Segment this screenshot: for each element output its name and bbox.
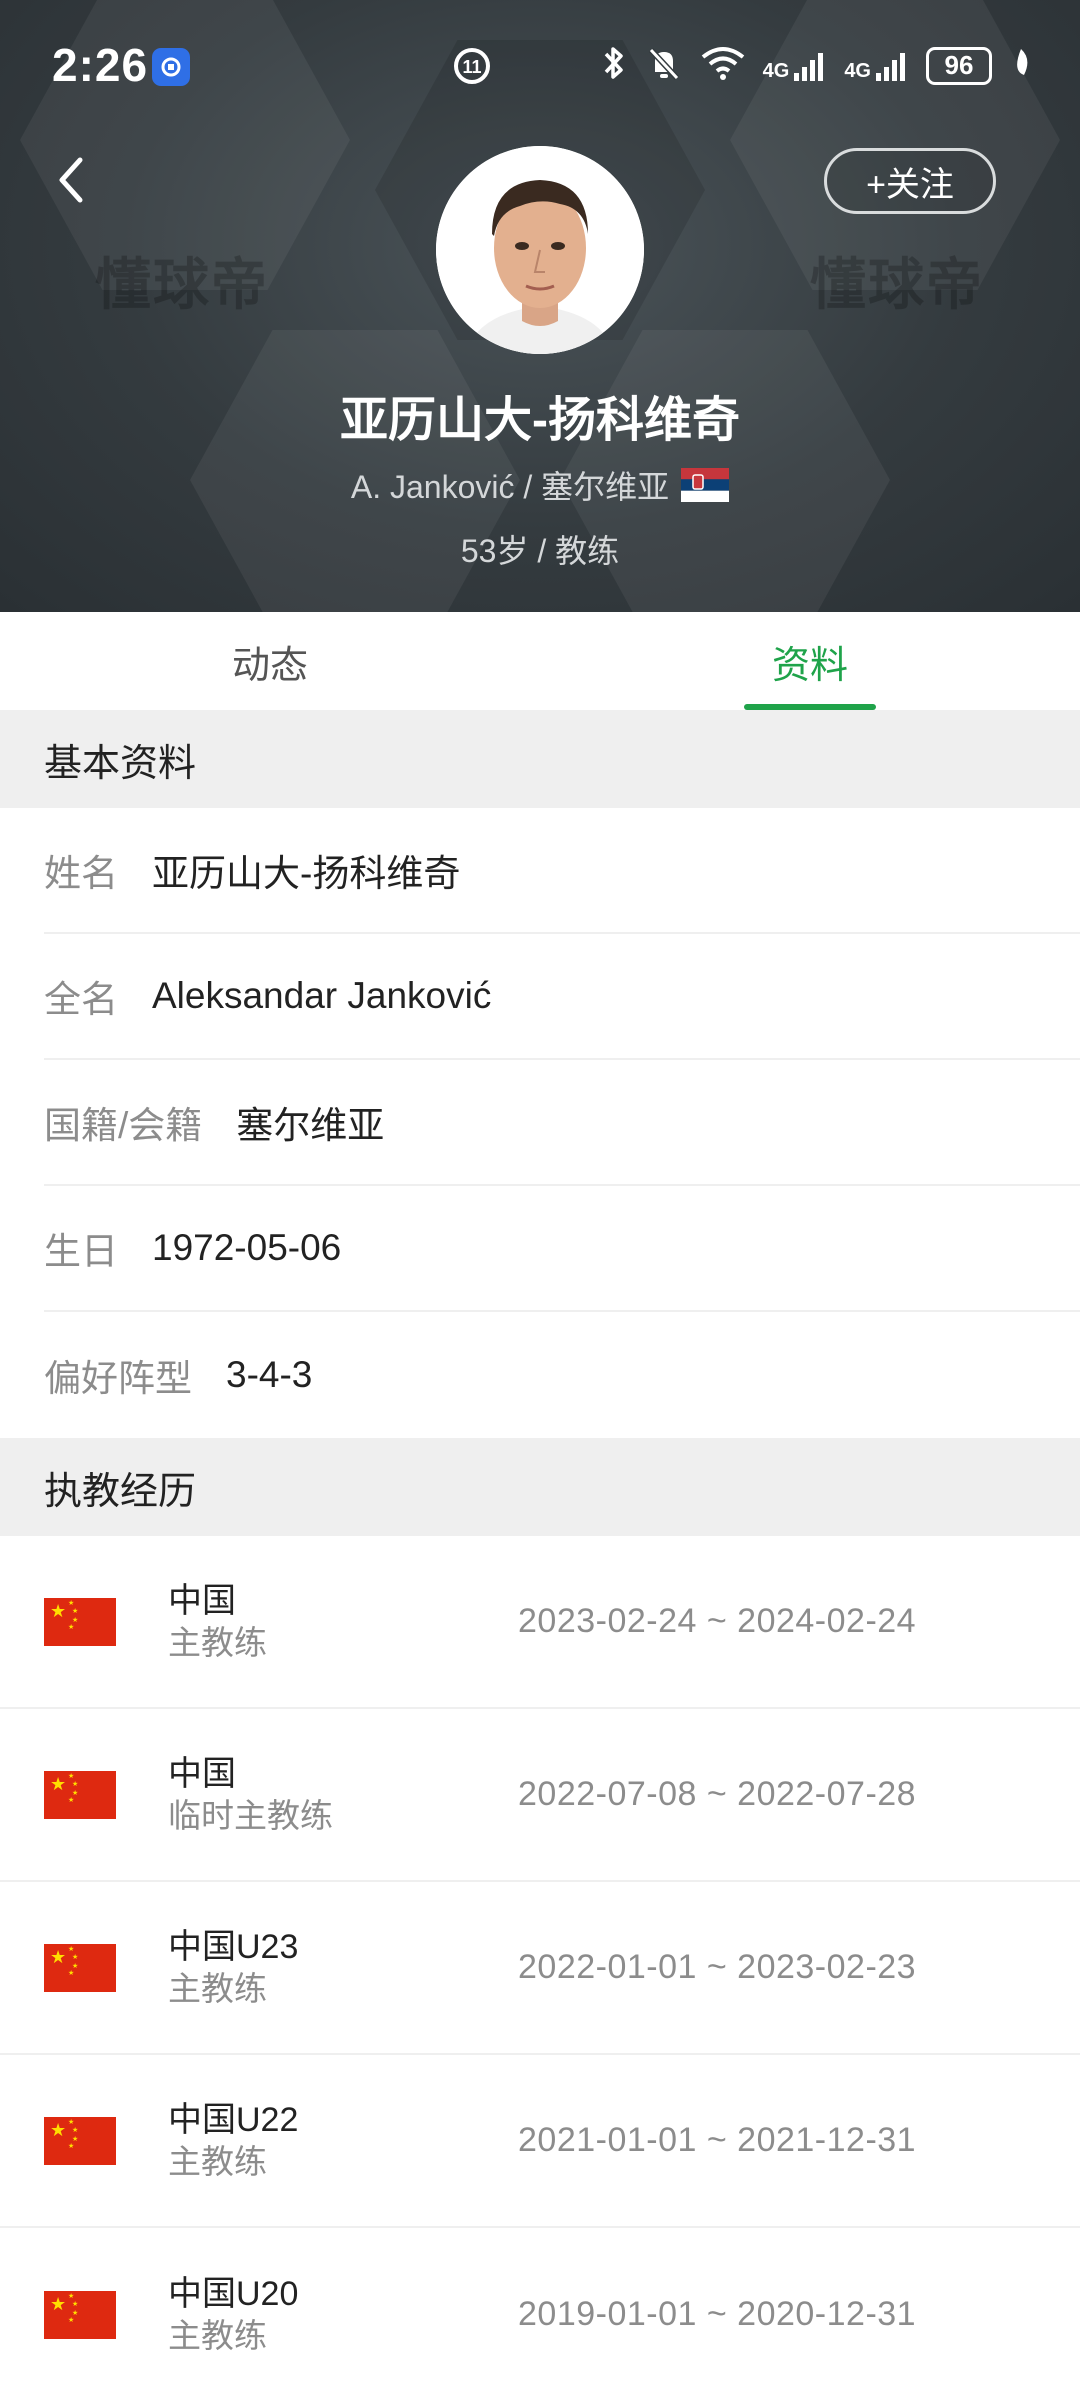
info-label: 生日 bbox=[44, 1231, 118, 1272]
profile-header: 懂球帝 懂球帝 2:26 11 4G 4G 96 +关注 亚历山大-扬科维奇 A… bbox=[0, 0, 1080, 612]
watermark: 懂球帝 bbox=[95, 253, 269, 316]
history-item[interactable]: ★ ★ ★ ★ ★ 中国U20 主教练 2019-01-01 ~ 2020-12… bbox=[0, 2228, 1080, 2388]
history-item[interactable]: ★ ★ ★ ★ ★ 中国U23 主教练 2022-01-01 ~ 2023-02… bbox=[0, 1882, 1080, 2055]
avatar bbox=[436, 146, 644, 354]
tab-profile[interactable]: 资料 bbox=[540, 612, 1080, 710]
network-type: 4G bbox=[762, 59, 790, 82]
history-item[interactable]: ★ ★ ★ ★ ★ 中国 临时主教练 2022-07-08 ~ 2022-07-… bbox=[0, 1709, 1080, 1882]
data-saver-icon: 11 bbox=[452, 46, 492, 91]
info-value: 3-4-3 bbox=[226, 1354, 313, 1395]
signal-icon: 4G bbox=[763, 49, 827, 83]
section-title-coaching-history: 执教经历 bbox=[0, 1438, 1080, 1536]
coaching-history-list: ★ ★ ★ ★ ★ 中国 主教练 2023-02-24 ~ 2024-02-24… bbox=[0, 1536, 1080, 2388]
svg-text:11: 11 bbox=[462, 57, 481, 77]
history-item[interactable]: ★ ★ ★ ★ ★ 中国 主教练 2023-02-24 ~ 2024-02-24 bbox=[0, 1536, 1080, 1709]
coach-role: 主教练 bbox=[168, 1969, 267, 2007]
section-title-basic-info: 基本资料 bbox=[0, 710, 1080, 808]
team-name: 中国U23 bbox=[168, 1927, 299, 1966]
coach-role: 主教练 bbox=[168, 2316, 267, 2354]
info-label: 国籍/会籍 bbox=[44, 1105, 203, 1146]
back-button[interactable] bbox=[48, 150, 98, 210]
date-range: 2022-07-08 ~ 2022-07-28 bbox=[518, 1775, 917, 1813]
team-name: 中国 bbox=[168, 1754, 236, 1793]
info-row-birthday: 生日 1972-05-06 bbox=[44, 1186, 1080, 1312]
tab-bar: 动态 资料 bbox=[0, 612, 1080, 710]
china-flag-icon: ★ ★ ★ ★ ★ bbox=[44, 1597, 116, 1646]
tab-activity[interactable]: 动态 bbox=[0, 612, 540, 710]
signal-icon: 4G bbox=[844, 49, 908, 83]
info-value: 塞尔维亚 bbox=[236, 1105, 385, 1146]
china-flag-icon: ★ ★ ★ ★ ★ bbox=[44, 2116, 116, 2165]
tab-label: 资料 bbox=[771, 644, 848, 687]
network-type: 4G bbox=[844, 59, 871, 82]
coach-age-role: 53岁 / 教练 bbox=[460, 533, 620, 569]
watermark: 懂球帝 bbox=[810, 253, 984, 316]
coach-subtitle: A. Janković / 塞尔维亚 bbox=[0, 462, 1080, 508]
china-flag-icon: ★ ★ ★ ★ ★ bbox=[44, 1770, 116, 1819]
info-row-nationality: 国籍/会籍 塞尔维亚 bbox=[44, 1060, 1080, 1186]
info-row-formation: 偏好阵型 3-4-3 bbox=[44, 1312, 1080, 1438]
coach-role: 主教练 bbox=[168, 1623, 267, 1661]
coach-short-name-nationality: A. Janković / 塞尔维亚 bbox=[350, 469, 670, 505]
china-flag-icon: ★ ★ ★ ★ ★ bbox=[44, 2290, 116, 2339]
date-range: 2022-01-01 ~ 2023-02-23 bbox=[518, 1948, 917, 1986]
status-icons: 4G 4G 96 bbox=[601, 44, 1032, 87]
wifi-icon bbox=[701, 45, 745, 86]
coach-role: 主教练 bbox=[168, 2142, 267, 2180]
date-range: 2021-01-01 ~ 2021-12-31 bbox=[518, 2121, 917, 2159]
battery-level: 96 bbox=[944, 50, 974, 80]
active-tab-indicator bbox=[744, 704, 876, 710]
bluetooth-icon bbox=[601, 44, 627, 87]
team-name: 中国U22 bbox=[168, 2100, 299, 2139]
info-value: Aleksandar Janković bbox=[152, 975, 492, 1016]
info-row-name: 姓名 亚历山大-扬科维奇 bbox=[44, 808, 1080, 934]
follow-button[interactable]: +关注 bbox=[824, 148, 996, 214]
info-label: 全名 bbox=[44, 979, 118, 1020]
basic-info-list: 姓名 亚历山大-扬科维奇 全名 Aleksandar Janković 国籍/会… bbox=[0, 808, 1080, 1438]
china-flag-icon: ★ ★ ★ ★ ★ bbox=[44, 1943, 116, 1992]
bell-muted-icon bbox=[645, 44, 683, 87]
info-label: 偏好阵型 bbox=[44, 1358, 192, 1399]
coach-name: 亚历山大-扬科维奇 bbox=[340, 394, 740, 447]
chevron-left-icon bbox=[59, 157, 83, 203]
history-item[interactable]: ★ ★ ★ ★ ★ 中国U22 主教练 2021-01-01 ~ 2021-12… bbox=[0, 2055, 1080, 2228]
coach-role: 临时主教练 bbox=[168, 1796, 333, 1834]
info-row-full-name: 全名 Aleksandar Janković bbox=[44, 934, 1080, 1060]
team-name: 中国U20 bbox=[168, 2274, 299, 2313]
status-time: 2:26 bbox=[52, 39, 149, 91]
battery-icon: 96 bbox=[926, 46, 992, 85]
coach-portrait bbox=[436, 146, 644, 354]
date-range: 2019-01-01 ~ 2020-12-31 bbox=[518, 2295, 917, 2333]
tab-label: 动态 bbox=[231, 644, 308, 687]
status-bar: 2:26 11 4G 4G 96 bbox=[0, 0, 1080, 130]
date-range: 2023-02-24 ~ 2024-02-24 bbox=[518, 1602, 917, 1640]
info-label: 姓名 bbox=[44, 853, 118, 894]
info-value: 亚历山大-扬科维奇 bbox=[152, 853, 461, 894]
app-notification-icon bbox=[152, 48, 190, 86]
info-value: 1972-05-06 bbox=[152, 1227, 342, 1268]
team-name: 中国 bbox=[168, 1581, 236, 1620]
leaf-icon bbox=[1010, 47, 1032, 84]
serbia-flag-icon bbox=[681, 468, 730, 502]
